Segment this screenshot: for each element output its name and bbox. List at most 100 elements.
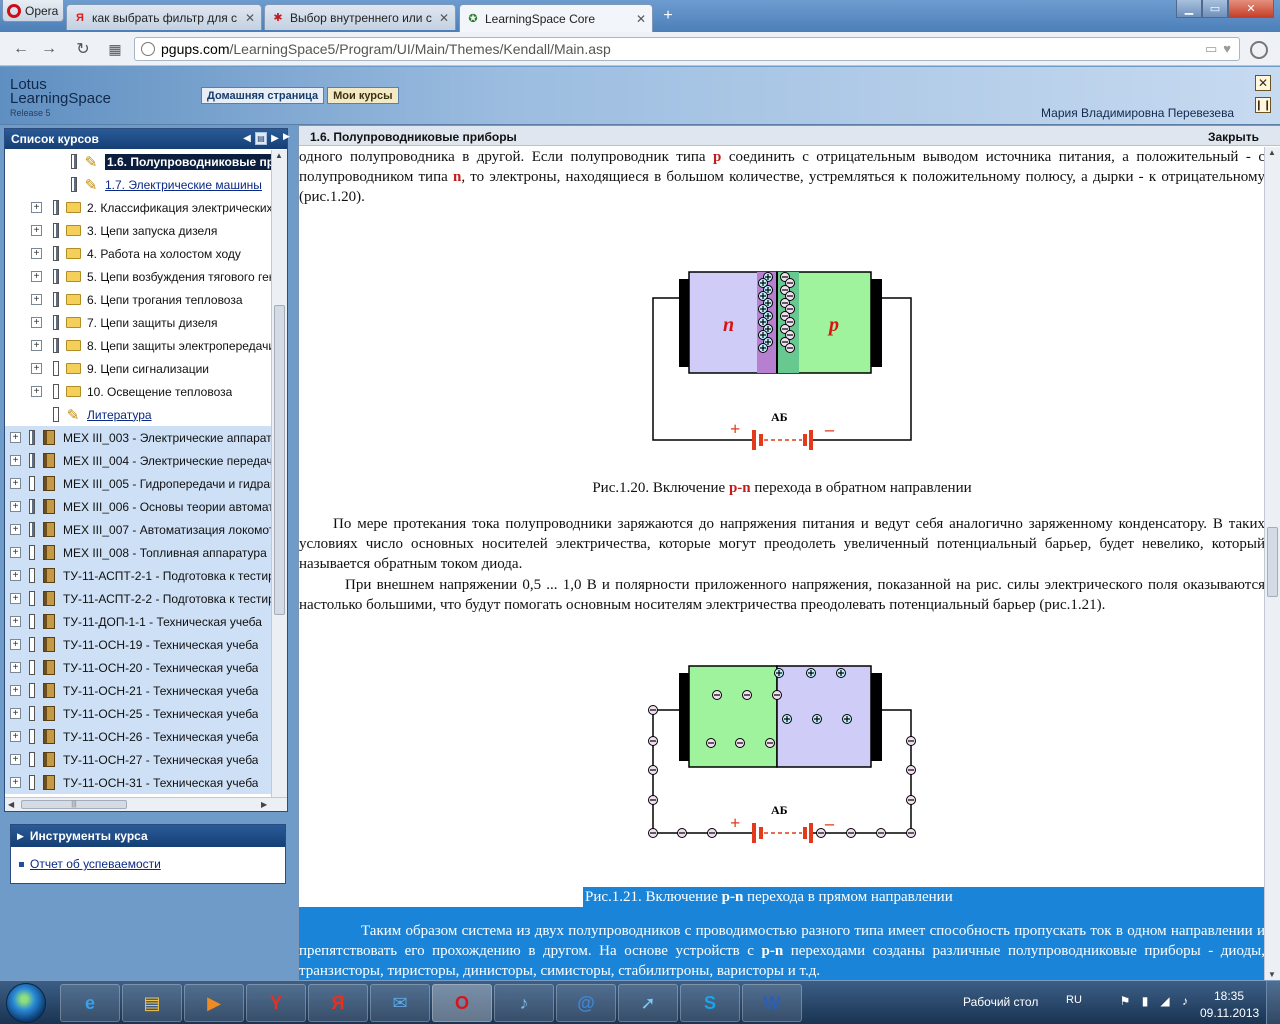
opera-taskbar-button[interactable]: O: [432, 984, 492, 1022]
my-courses-button[interactable]: Мои курсы: [327, 87, 399, 104]
expand-right-icon[interactable]: ▶: [269, 132, 281, 145]
expand-plus-icon[interactable]: +: [31, 340, 42, 351]
expand-plus-icon[interactable]: +: [10, 432, 21, 443]
course-tree-row[interactable]: + ТУ-11-ОСН-19 - Техническая учеба: [5, 633, 271, 656]
course-list-horizontal-scrollbar[interactable]: ◀ ||| ▶: [5, 797, 287, 811]
mail-agent-taskbar-button[interactable]: @: [556, 984, 616, 1022]
forward-arrow-icon[interactable]: →: [38, 38, 60, 60]
expand-plus-icon[interactable]: +: [10, 662, 21, 673]
site-info-globe-icon[interactable]: [141, 42, 155, 56]
show-desktop-button[interactable]: [1266, 981, 1280, 1024]
course-tree-row[interactable]: + ТУ-11-ОСН-21 - Техническая учеба: [5, 679, 271, 702]
course-tree-row[interactable]: + МЕХ III_003 - Электрические аппараты: [5, 426, 271, 449]
expand-plus-icon[interactable]: +: [31, 248, 42, 259]
expand-plus-icon[interactable]: +: [10, 524, 21, 535]
course-tree-row[interactable]: +9. Цепи сигнализации: [5, 357, 271, 380]
explorer-taskbar-button[interactable]: ▤: [122, 984, 182, 1022]
collapse-triangle-icon[interactable]: ▶: [17, 831, 24, 842]
scroll-right-arrow-icon[interactable]: ▶: [261, 800, 267, 809]
desktop-toolbar-label[interactable]: Рабочий стол: [963, 995, 1038, 1009]
download-taskbar-button[interactable]: ➚: [618, 984, 678, 1022]
collapse-left-icon[interactable]: ◀: [241, 132, 253, 145]
expand-plus-icon[interactable]: +: [10, 547, 21, 558]
expand-plus-icon[interactable]: +: [10, 501, 21, 512]
course-tools-header[interactable]: ▶ Инструменты курса: [11, 825, 285, 847]
expand-plus-icon[interactable]: +: [10, 685, 21, 696]
course-tree-row[interactable]: + МЕХ III_008 - Топливная аппаратура: [5, 541, 271, 564]
course-tree-row[interactable]: ✎ 1.6. Полупроводниковые приборы: [5, 150, 271, 173]
expand-plus-icon[interactable]: +: [10, 731, 21, 742]
expand-plus-icon[interactable]: +: [10, 754, 21, 765]
course-tree-row[interactable]: + МЕХ III_006 - Основы теории автоматики: [5, 495, 271, 518]
course-tree-row[interactable]: +4. Работа на холостом ходу: [5, 242, 271, 265]
bookmark-page-icon[interactable]: ▭: [1205, 41, 1217, 57]
back-arrow-icon[interactable]: ←: [10, 38, 32, 60]
ls-logout-close-icon[interactable]: ✕: [1255, 75, 1271, 91]
expand-plus-icon[interactable]: +: [31, 363, 42, 374]
course-tree-row[interactable]: + ТУ-11-ОСН-26 - Техническая учеба: [5, 725, 271, 748]
skype-taskbar-button[interactable]: S: [680, 984, 740, 1022]
course-tree-row[interactable]: + ТУ-11-АСПТ-2-1 - Подготовка к тестирова…: [5, 564, 271, 587]
course-tree-row[interactable]: +7. Цепи защиты дизеля: [5, 311, 271, 334]
course-tree-row[interactable]: + ТУ-11-ОСН-25 - Техническая учеба: [5, 702, 271, 725]
course-tree-row[interactable]: + ТУ-11-ОСН-27 - Техническая учеба: [5, 748, 271, 771]
mail-taskbar-button[interactable]: ✉: [370, 984, 430, 1022]
scroll-thumb[interactable]: [1267, 527, 1278, 597]
course-tree-row[interactable]: + МЕХ III_004 - Электрические передачи: [5, 449, 271, 472]
tab-learningspace[interactable]: ✪ LearningSpace Core ✕: [459, 4, 653, 32]
course-tree-row[interactable]: + ТУ-11-ОСН-31 - Техническая учеба: [5, 771, 271, 794]
expand-plus-icon[interactable]: +: [31, 294, 42, 305]
audio-taskbar-button[interactable]: ♪: [494, 984, 554, 1022]
course-tree-row[interactable]: + ТУ-11-АСПТ-2-2 - Подготовка к тестирова…: [5, 587, 271, 610]
content-close-button[interactable]: Закрыть: [1208, 130, 1259, 144]
course-list-vertical-scrollbar[interactable]: ▲: [271, 150, 287, 800]
tab-close-icon[interactable]: ✕: [245, 11, 255, 25]
course-tree-row[interactable]: +5. Цепи возбуждения тягового генератора: [5, 265, 271, 288]
scroll-left-arrow-icon[interactable]: ◀: [8, 800, 14, 809]
opera-menu-button[interactable]: Opera: [2, 0, 64, 22]
window-maximize-button[interactable]: ▭: [1202, 0, 1228, 18]
course-tree-row[interactable]: +2. Классификация электрических цепей: [5, 196, 271, 219]
course-tree-row[interactable]: + ТУ-11-ДОП-1-1 - Техническая учеба: [5, 610, 271, 633]
scroll-thumb[interactable]: |||: [21, 800, 127, 809]
progress-report-link[interactable]: Отчет об успеваемости: [19, 857, 161, 871]
start-button[interactable]: [6, 983, 46, 1023]
scroll-up-arrow-icon[interactable]: ▲: [1268, 148, 1276, 157]
course-tree-row[interactable]: ✎ 1.7. Электрические машины: [5, 173, 271, 196]
course-tree-row[interactable]: + МЕХ III_005 - Гидропередачи и гидравлик…: [5, 472, 271, 495]
clock-time[interactable]: 18:35: [1214, 989, 1244, 1003]
address-bar[interactable]: pgups.com/LearningSpace5/Program/UI/Main…: [134, 37, 1240, 61]
scroll-down-arrow-icon[interactable]: ▼: [1268, 970, 1276, 979]
tab-close-icon[interactable]: ✕: [636, 12, 646, 26]
scroll-thumb[interactable]: [274, 305, 285, 615]
new-tab-button[interactable]: +: [658, 8, 678, 25]
content-vertical-scrollbar[interactable]: ▲ ▼: [1264, 147, 1280, 980]
network-icon[interactable]: ▮: [1138, 994, 1152, 1008]
media-player-taskbar-button[interactable]: ▶: [184, 984, 244, 1022]
language-indicator[interactable]: RU: [1066, 994, 1082, 1006]
tab-yandex-search[interactable]: Я как выбрать фильтр для с ✕: [66, 4, 262, 30]
expand-plus-icon[interactable]: +: [10, 777, 21, 788]
panel-layout-icon[interactable]: ▤: [255, 132, 267, 145]
browser-download-icon[interactable]: [1250, 41, 1268, 59]
reload-icon[interactable]: ↻: [72, 38, 94, 60]
course-tree-row[interactable]: + ТУ-11-ОСН-20 - Техническая учеба: [5, 656, 271, 679]
course-tree-row[interactable]: +8. Цепи защиты электропередачи: [5, 334, 271, 357]
yandex-browser-taskbar-button[interactable]: Y: [246, 984, 306, 1022]
clock-date[interactable]: 09.11.2013: [1200, 1006, 1259, 1020]
course-tree-row[interactable]: ✎ Литература: [5, 403, 271, 426]
ls-pause-icon[interactable]: ❙❙: [1255, 97, 1271, 113]
home-page-button[interactable]: Домашняя страница: [201, 87, 325, 104]
expand-plus-icon[interactable]: +: [31, 202, 42, 213]
expand-plus-icon[interactable]: +: [10, 708, 21, 719]
window-close-button[interactable]: ✕: [1228, 0, 1274, 18]
tab-filter-choice[interactable]: ✱ Выбор внутреннего или с ✕: [264, 4, 456, 30]
expand-plus-icon[interactable]: +: [10, 593, 21, 604]
expand-plus-icon[interactable]: +: [31, 317, 42, 328]
window-minimize-button[interactable]: ▁: [1176, 0, 1202, 18]
yandex-taskbar-button[interactable]: Я: [308, 984, 368, 1022]
signal-icon[interactable]: ◢: [1158, 994, 1172, 1008]
flag-notification-icon[interactable]: ⚑: [1118, 994, 1132, 1008]
word-taskbar-button[interactable]: W: [742, 984, 802, 1022]
scroll-up-arrow-icon[interactable]: ▲: [275, 151, 283, 160]
